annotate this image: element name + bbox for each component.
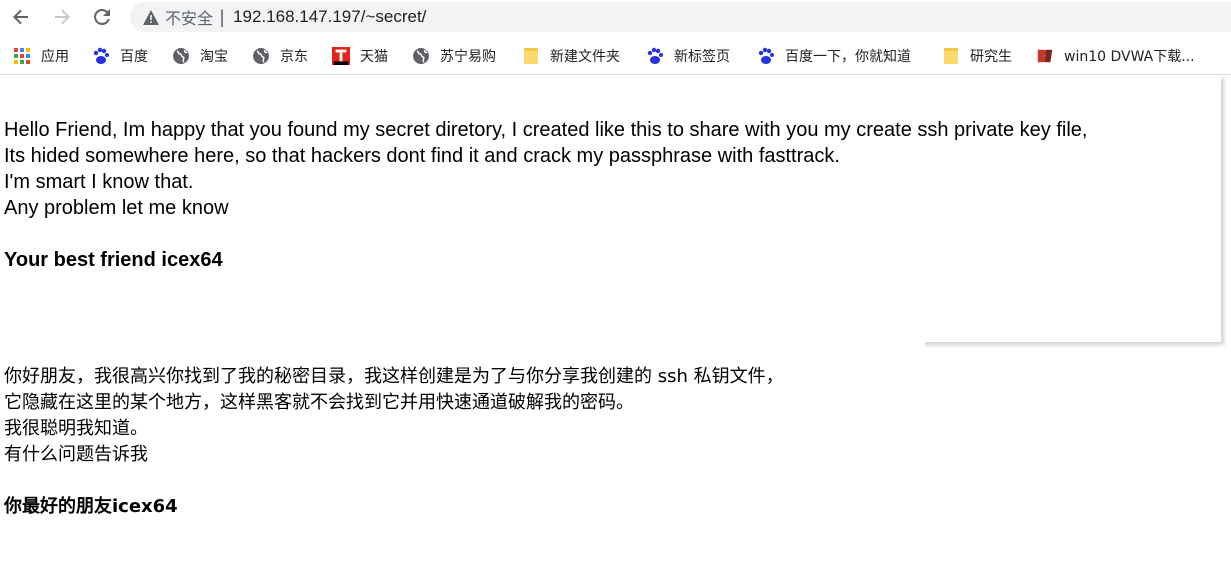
message-line: 我很聪明我知道。: [4, 418, 148, 439]
browser-toolbar: 不安全 | 192.168.147.197/~secret/: [0, 0, 1231, 34]
bookmark-label: 百度: [120, 49, 148, 65]
bookmark-graduate[interactable]: 研究生: [942, 38, 1012, 74]
message-line: 它隐藏在这里的某个地方，这样黑客就不会找到它并用快速通道破解我的密码。: [4, 392, 634, 413]
baidu-paw-icon: [757, 47, 775, 65]
back-button[interactable]: [9, 5, 33, 29]
signature: 你最好的朋友icex64: [4, 496, 178, 517]
message-line: 你好朋友，我很高兴你找到了我的秘密目录，我这样创建是为了与你分享我创建的 ssh…: [4, 366, 784, 387]
signature: Your best friend icex64: [4, 249, 223, 271]
bookmarks-bar: 应用 百度 淘宝 京东 天猫 苏宁易购 新建文件夹 新标签页 百度一下，你就知道…: [0, 38, 1231, 75]
bookmark-label: 京东: [280, 49, 308, 65]
forward-button[interactable]: [50, 5, 74, 29]
bookmark-label: 研究生: [970, 49, 1012, 65]
address-separator: |: [219, 6, 226, 28]
bookmark-label: 新建文件夹: [550, 49, 620, 65]
arrow-left-icon: [13, 9, 28, 25]
bookmark-label: 苏宁易购: [440, 49, 496, 65]
bookmark-taobao[interactable]: 淘宝: [172, 38, 228, 74]
reload-icon: [94, 8, 110, 25]
url-text[interactable]: 192.168.147.197/~secret/: [233, 7, 426, 27]
bookmark-label: 天猫: [360, 49, 388, 65]
bookmark-label: 应用: [41, 49, 69, 65]
message-line: Its hided somewhere here, so that hacker…: [4, 145, 840, 167]
message-line: I'm smart I know that.: [4, 171, 194, 193]
bookmark-label: win10 DVWA下载...: [1064, 49, 1195, 65]
baidu-paw-icon: [92, 47, 110, 65]
bookmark-label: 新标签页: [674, 49, 730, 65]
dvwa-icon: [1036, 47, 1054, 65]
apps-grid-icon: [13, 47, 31, 65]
reload-button[interactable]: [90, 5, 114, 29]
baidu-paw-icon: [646, 47, 664, 65]
bookmark-baidu[interactable]: 百度: [92, 38, 148, 74]
bookmark-tmall[interactable]: 天猫: [332, 38, 388, 74]
folder-icon: [942, 47, 960, 65]
message-english: Hello Friend, Im happy that you found my…: [4, 117, 1087, 273]
bookmark-new-tab[interactable]: 新标签页: [646, 38, 730, 74]
message-line: 有什么问题告诉我: [4, 444, 148, 465]
globe-icon: [252, 47, 270, 65]
globe-icon: [172, 47, 190, 65]
warning-triangle-icon: [143, 9, 159, 25]
bookmark-baidu-search[interactable]: 百度一下，你就知道: [757, 38, 911, 74]
bookmark-jd[interactable]: 京东: [252, 38, 308, 74]
arrow-right-icon: [55, 9, 70, 25]
security-status-label[interactable]: 不安全: [165, 5, 213, 29]
globe-icon: [412, 47, 430, 65]
folder-icon: [522, 47, 540, 65]
bookmark-apps[interactable]: 应用: [13, 38, 69, 74]
bookmark-new-folder[interactable]: 新建文件夹: [522, 38, 620, 74]
bookmark-label: 淘宝: [200, 49, 228, 65]
message-chinese: 你好朋友，我很高兴你找到了我的秘密目录，我这样创建是为了与你分享我创建的 ssh…: [4, 364, 784, 520]
tmall-icon: [332, 47, 350, 65]
bookmark-label: 百度一下，你就知道: [785, 49, 911, 65]
message-line: Any problem let me know: [4, 197, 229, 219]
address-bar[interactable]: 不安全 | 192.168.147.197/~secret/: [130, 2, 1231, 32]
bookmark-suning[interactable]: 苏宁易购: [412, 38, 496, 74]
bookmark-dvwa[interactable]: win10 DVWA下载...: [1036, 38, 1195, 74]
message-line: Hello Friend, Im happy that you found my…: [4, 119, 1088, 141]
